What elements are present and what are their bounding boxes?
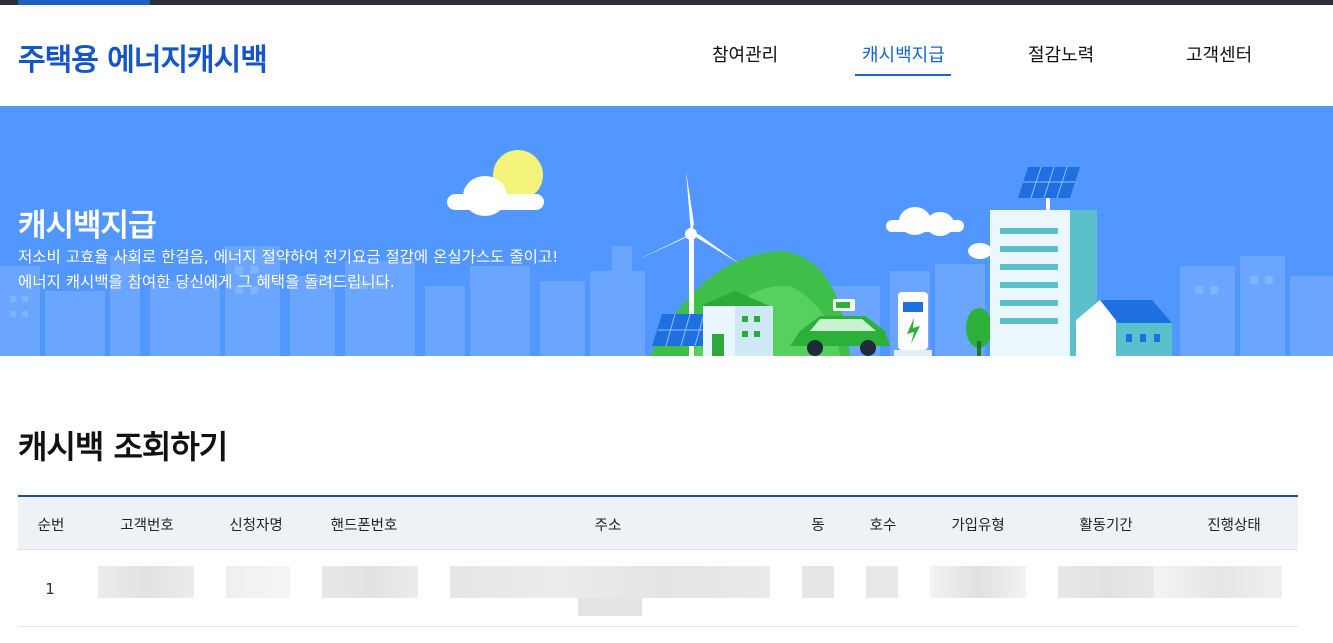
hero-title: 캐시백지급 (18, 208, 157, 244)
redacted-join-type (930, 566, 1026, 598)
redacted-building (802, 566, 834, 598)
column-header-no: 순번 (37, 518, 65, 534)
table-header: 순번 고객번호 신청자명 핸드폰번호 주소 동 호수 가입유형 활동기간 진행상… (18, 497, 1298, 550)
redacted-period (1058, 566, 1154, 598)
column-header-building: 동 (811, 518, 825, 534)
redacted-phone (322, 566, 418, 598)
column-header-phone: 핸드폰번호 (330, 518, 398, 534)
nav-item-participation[interactable]: 참여관리 (712, 41, 778, 67)
column-header-status: 진행상태 (1207, 518, 1261, 534)
site-logo[interactable]: 주택용 에너지캐시백 (18, 35, 268, 79)
redacted-address-line-2 (578, 598, 642, 616)
redacted-customer-no (98, 566, 194, 598)
column-header-unit: 호수 (869, 518, 897, 534)
hero-description-line-2: 에너지 캐시백을 참여한 당신에게 그 혜택을 돌려드립니다. (18, 273, 395, 291)
column-header-period: 활동기간 (1079, 518, 1133, 534)
site-header: 주택용 에너지캐시백 참여관리 캐시백지급 절감노력 고객센터 (0, 5, 1333, 105)
table-row[interactable]: 1 (18, 550, 1298, 627)
hero-illustration (0, 150, 1333, 356)
nav-item-support[interactable]: 고객센터 (1186, 41, 1252, 67)
nav-item-saving[interactable]: 절감노력 (1028, 41, 1094, 67)
redacted-applicant (226, 566, 290, 598)
column-header-address: 주소 (594, 518, 622, 534)
column-header-customer-no: 고객번호 (120, 518, 174, 534)
redacted-status (1154, 566, 1282, 598)
redacted-unit (866, 566, 898, 598)
column-header-join-type: 가입유형 (951, 518, 1005, 534)
nav-active-underline (855, 74, 951, 76)
redacted-address (450, 566, 770, 598)
nav-item-cashback[interactable]: 캐시백지급 (862, 41, 945, 67)
hero-description-line-1: 저소비 고효율 사회로 한걸음, 에너지 절약하여 전기요금 절감에 온실가스도… (18, 248, 559, 266)
row-number: 1 (45, 580, 55, 598)
column-header-applicant: 신청자명 (229, 518, 283, 534)
hero-banner: 캐시백지급 저소비 고효율 사회로 한걸음, 에너지 절약하여 전기요금 절감에… (0, 106, 1333, 356)
page-title: 캐시백 조회하기 (18, 428, 228, 466)
